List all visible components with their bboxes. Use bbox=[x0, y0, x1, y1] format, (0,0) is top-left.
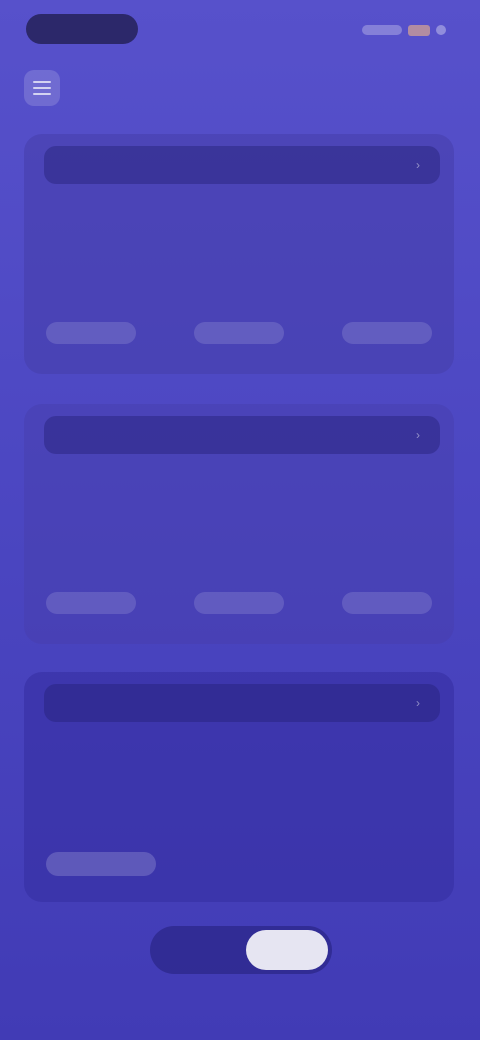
page-title bbox=[150, 78, 330, 100]
card-actions bbox=[24, 592, 454, 620]
card-link[interactable] bbox=[46, 852, 156, 876]
status-time-pill bbox=[26, 14, 138, 44]
card-header-label bbox=[66, 428, 100, 442]
menu-icon bbox=[33, 81, 51, 95]
tab-first[interactable] bbox=[154, 930, 240, 970]
card-action-2[interactable] bbox=[194, 322, 284, 344]
card-action-3[interactable] bbox=[342, 592, 432, 614]
card-header[interactable]: › bbox=[44, 684, 440, 722]
segmented-tab-bar bbox=[150, 926, 332, 974]
card-action-1[interactable] bbox=[46, 592, 136, 614]
card-actions bbox=[24, 322, 454, 350]
summary-card-1[interactable]: › bbox=[24, 134, 454, 374]
chevron-right-icon: › bbox=[416, 428, 420, 442]
card-header-label bbox=[66, 696, 100, 710]
card-action-3[interactable] bbox=[342, 322, 432, 344]
card-header-label bbox=[66, 158, 100, 172]
card-action-2[interactable] bbox=[194, 592, 284, 614]
tab-second-active[interactable] bbox=[246, 930, 328, 970]
app-header bbox=[0, 60, 480, 120]
card-action-1[interactable] bbox=[46, 322, 136, 344]
menu-button[interactable] bbox=[24, 70, 60, 106]
summary-card-2[interactable]: › bbox=[24, 404, 454, 644]
card-header[interactable]: › bbox=[44, 146, 440, 184]
status-indicators bbox=[354, 22, 446, 38]
chevron-right-icon: › bbox=[416, 696, 420, 710]
signal-icon bbox=[362, 25, 402, 35]
battery-icon bbox=[408, 24, 430, 36]
wifi-icon bbox=[436, 25, 446, 35]
chevron-right-icon: › bbox=[416, 158, 420, 172]
summary-card-3[interactable]: › bbox=[24, 672, 454, 902]
card-header[interactable]: › bbox=[44, 416, 440, 454]
